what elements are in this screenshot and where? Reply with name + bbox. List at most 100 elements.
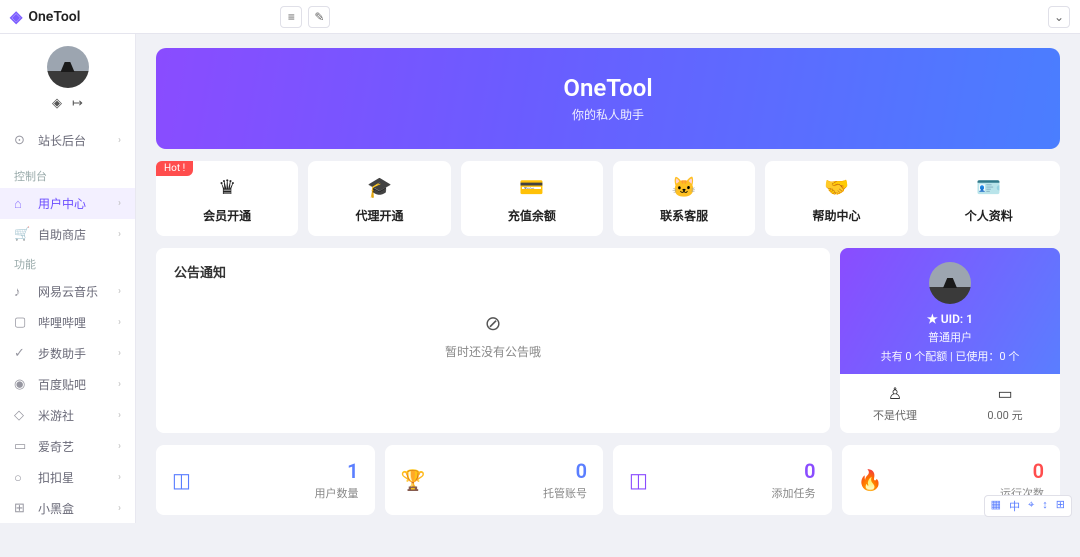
toolbar: ≡ ✎ [280,6,330,28]
app-name: OneTool [28,9,80,25]
action-card[interactable]: 🤝 帮助中心 [765,161,907,236]
action-row: Hot !♛ 会员开通 🎓代理开通 💳 充值余额 🐱联系客服 🤝 帮助中心 🪪 个人资料 [156,161,1060,236]
nav-label: 步数助手 [38,345,86,362]
chevron-right-icon: › [118,503,121,514]
floating-btn[interactable]: ⌖ [1026,498,1036,514]
notice-empty-text: 暂时还没有公告哦 [445,345,541,359]
action-icon: ♛ [156,175,298,199]
stat-icon: 🏆 [401,468,426,492]
sidebar-item[interactable]: ✓ 步数助手 › [0,338,135,369]
stat-card: ◫1用户数量 [156,445,375,515]
nav-icon: ▢ [14,315,30,330]
nav-label: 自助商店 [38,226,86,243]
menu-toggle-button[interactable]: ≡ [280,6,302,28]
stat-value: 0 [543,459,587,483]
edit-button[interactable]: ✎ [308,6,330,28]
hero-title: OneTool [156,74,1060,102]
sidebar-item[interactable]: ♪网易云音乐› [0,276,135,307]
nav-section-console: 控制台 [0,162,135,188]
topbar: ◈ OneTool ≡ ✎ ⌄ [0,0,1080,34]
avatar[interactable] [47,46,89,88]
nav-icon: ⊞ [14,501,30,516]
sidebar-profile: ◈ ↦ [0,34,135,119]
stat-card: ◫0添加任务 [613,445,832,515]
action-label: 帮助中心 [812,209,860,223]
action-icon: 🤝 [765,175,907,199]
user-side-panel: UID: 1 普通用户 共有 0 个配额 | 已使用：0 个 ♙ 不是代理 ▭ … [840,248,1060,433]
nav-icon: 🛒 [14,227,30,242]
chevron-right-icon: › [118,472,121,483]
nav-section-func: 功能 [0,250,135,276]
action-card[interactable]: 🐱联系客服 [613,161,755,236]
action-card[interactable]: Hot !♛ 会员开通 [156,161,298,236]
floating-btn[interactable]: 中 [1007,498,1022,514]
sidebar-item[interactable]: ▢ 哔哩哔哩 › [0,307,135,338]
stat-value: 1 [315,459,359,483]
sidebar-item[interactable]: ⌂用户中心› [0,188,135,219]
sidebar-item[interactable]: ◇米游社› [0,400,135,431]
sidebar-item[interactable]: 🛒自助商店› [0,219,135,250]
floating-btn[interactable]: ↕ [1040,498,1050,514]
notice-title: 公告通知 [174,262,812,281]
user-uid: UID: 1 [840,312,1060,326]
action-label: 会员开通 [203,209,251,223]
action-card[interactable]: 🎓代理开通 [308,161,450,236]
nav-icon: ♪ [14,284,30,300]
chevron-right-icon: › [118,286,121,297]
stat-icon: ◫ [629,468,648,492]
action-icon: 🎓 [308,175,450,199]
nav-icon: ⊙ [14,133,30,148]
stat-label: 添加任务 [772,485,816,501]
nav-label: 站长后台 [38,132,86,149]
chevron-right-icon: › [118,198,121,209]
floating-toolbar: ▦中⌖↕⊞ [984,495,1072,517]
hot-badge: Hot ! [156,161,193,176]
sidebar-item[interactable]: ▭ 爱奇艺 › [0,431,135,462]
flame-icon[interactable]: ◈ [52,96,62,111]
nav-icon: ✓ [14,346,30,361]
sidebar: ◈ ↦ ⊙ 站长后台 › 控制台 ⌂用户中心› 🛒 自助商店 › 功能 ♪网易云音乐› ▢ 哔… [0,34,136,523]
nav-icon: ○ [14,470,30,486]
action-label: 充值余额 [508,209,556,223]
avatar[interactable] [929,262,971,304]
action-icon: 💳 [461,175,603,199]
nav-icon: ⌂ [14,196,30,212]
stat-label: 托管账号 [543,485,587,501]
action-icon: 🪪 [918,175,1060,199]
hero-subtitle: 你的私人助手 [156,106,1060,123]
app-logo[interactable]: ◈ OneTool [10,7,80,26]
notice-card: 公告通知 ⊘ 暂时还没有公告哦 [156,248,830,433]
floating-btn[interactable]: ▦ [989,498,1003,514]
nav-icon: ◇ [14,408,30,423]
balance-status[interactable]: ▭ 0.00 元 [950,374,1060,433]
nav-label: 哔哩哔哩 [38,314,86,331]
nav-label: 小黑盒 [38,500,74,517]
sidebar-item[interactable]: ◉百度贴吧› [0,369,135,400]
nav-icon: ▭ [14,439,30,454]
floating-btn[interactable]: ⊞ [1054,498,1067,514]
action-card[interactable]: 💳 充值余额 [461,161,603,236]
logout-icon[interactable]: ↦ [72,96,83,111]
chevron-right-icon: › [118,441,121,452]
chevron-right-icon: › [118,135,121,146]
hero-banner: OneTool 你的私人助手 [156,48,1060,149]
wallet-icon: ▭ [950,384,1060,403]
chevron-right-icon: › [118,348,121,359]
action-icon: 🐱 [613,175,755,199]
agent-status[interactable]: ♙ 不是代理 [840,374,950,433]
stat-icon: 🔥 [858,468,883,492]
empty-icon: ⊘ [174,311,812,335]
action-card[interactable]: 🪪 个人资料 [918,161,1060,236]
action-label: 个人资料 [965,209,1013,223]
stats-row: ◫1用户数量🏆0托管账号◫0添加任务🔥0运行次数 [156,445,1060,515]
nav-label: 爱奇艺 [38,438,74,455]
chevron-right-icon: › [118,317,121,328]
user-dropdown[interactable]: ⌄ [1048,6,1070,28]
stat-card: 🏆 0 托管账号 [385,445,604,515]
sidebar-item[interactable]: ⊙ 站长后台 › [0,125,135,156]
nav-icon: ◉ [14,377,30,392]
sidebar-item[interactable]: ⊞ 小黑盒 › [0,493,135,523]
nav-label: 扣扣星 [38,469,74,486]
user-quota: 共有 0 个配额 | 已使用：0 个 [840,348,1060,364]
sidebar-item[interactable]: ○ 扣扣星 › [0,462,135,493]
